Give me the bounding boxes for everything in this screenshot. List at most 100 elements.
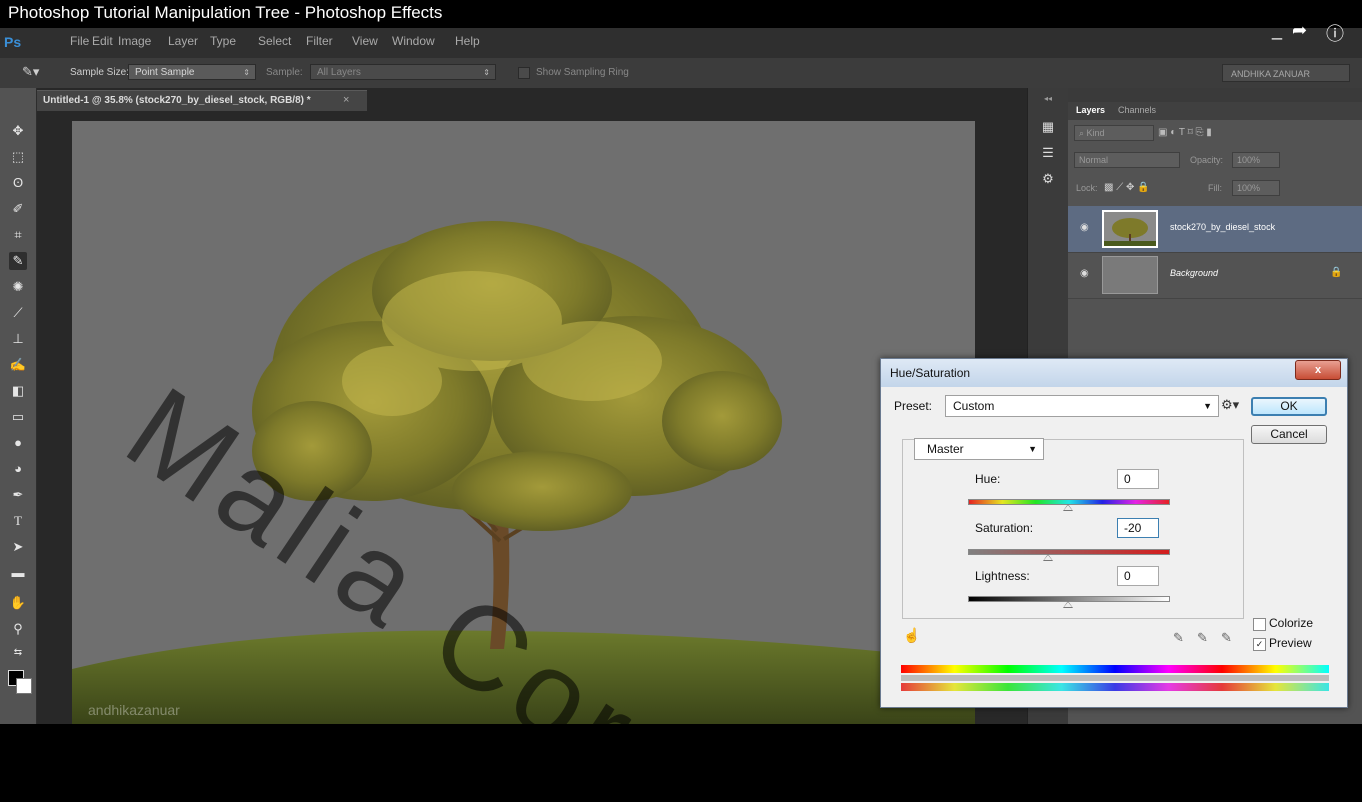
- quick-select-tool-icon[interactable]: ✐: [9, 200, 27, 218]
- saturation-slider-thumb[interactable]: [1043, 554, 1053, 561]
- eyedropper-icon[interactable]: ✎: [1173, 630, 1184, 646]
- pen-tool-icon[interactable]: ✒: [9, 486, 27, 504]
- healing-tool-icon[interactable]: ✺: [9, 278, 27, 296]
- eyedropper-tool-icon[interactable]: ✎: [9, 252, 27, 270]
- crop-tool-icon[interactable]: ⌗: [9, 226, 27, 244]
- lasso-tool-icon[interactable]: ʘ: [9, 174, 27, 192]
- preset-value: Custom: [953, 399, 995, 413]
- info-icon[interactable]: ⓘ: [1326, 20, 1344, 46]
- lightness-slider-thumb[interactable]: [1063, 601, 1073, 608]
- eyedropper-tool-icon[interactable]: ✎▾: [22, 64, 39, 80]
- visibility-eye-icon[interactable]: ◉: [1080, 268, 1089, 279]
- properties-icon[interactable]: ⚙: [1039, 170, 1057, 188]
- filter-kind-value: Kind: [1086, 128, 1105, 138]
- tab-layers[interactable]: Layers: [1076, 105, 1105, 115]
- colorize-checkbox[interactable]: [1253, 618, 1266, 631]
- adjustment-group: [902, 439, 1244, 619]
- lightness-label: Lightness:: [975, 569, 1030, 583]
- ok-button[interactable]: OK: [1251, 397, 1327, 416]
- dodge-tool-icon[interactable]: ◕: [9, 460, 27, 478]
- video-title[interactable]: Photoshop Tutorial Manipulation Tree - P…: [8, 3, 442, 23]
- eyedropper-plus-icon[interactable]: ✎: [1197, 630, 1208, 646]
- blur-tool-icon[interactable]: ●: [9, 434, 27, 452]
- saturation-input[interactable]: -20: [1117, 518, 1159, 538]
- gradient-tool-icon[interactable]: ▭: [9, 408, 27, 426]
- histogram-icon[interactable]: ▦: [1039, 118, 1057, 136]
- zoom-tool-icon[interactable]: ⚲: [9, 620, 27, 638]
- fill-field[interactable]: 100%: [1232, 180, 1280, 196]
- hue-input[interactable]: 0: [1117, 469, 1159, 489]
- saturation-label: Saturation:: [975, 521, 1034, 535]
- shape-tool-icon[interactable]: ▬: [9, 564, 27, 582]
- share-icon[interactable]: ➦: [1292, 20, 1307, 41]
- layer-thumbnail: [1102, 210, 1158, 248]
- type-tool-icon[interactable]: T: [9, 512, 27, 530]
- swap-colors-icon[interactable]: ⇆: [9, 644, 27, 662]
- layer-row[interactable]: ◉ Background 🔒: [1068, 252, 1362, 299]
- menu-image[interactable]: Image: [118, 34, 151, 48]
- channel-value: Master: [927, 442, 964, 456]
- chevron-down-icon: ▼: [1028, 444, 1037, 454]
- gear-icon[interactable]: ⚙▾: [1221, 397, 1239, 413]
- history-brush-tool-icon[interactable]: ✍: [9, 356, 27, 374]
- tab-channels[interactable]: Channels: [1118, 105, 1156, 115]
- opacity-label: Opacity:: [1190, 155, 1224, 165]
- blend-mode-select[interactable]: Normal: [1074, 152, 1180, 168]
- fill-value: 100%: [1237, 183, 1261, 193]
- cancel-button[interactable]: Cancel: [1251, 425, 1327, 444]
- layer-filter-icons[interactable]: ▣ ◐ T ⌑ ⎘ ▮: [1158, 125, 1212, 141]
- menu-help[interactable]: Help: [455, 34, 480, 48]
- lock-options-icons[interactable]: ▩ ⟋ ✥ 🔒: [1104, 180, 1150, 196]
- sample-size-select[interactable]: Point Sample ⇕: [128, 64, 256, 80]
- panel-drag-strip[interactable]: [1068, 88, 1362, 102]
- menu-type[interactable]: Type: [210, 34, 236, 48]
- minimize-icon[interactable]: _: [1272, 20, 1282, 41]
- saturation-slider-track[interactable]: [968, 549, 1170, 555]
- hue-label: Hue:: [975, 472, 1001, 486]
- clone-stamp-tool-icon[interactable]: ⊥: [9, 330, 27, 348]
- menu-edit[interactable]: Edit: [92, 34, 113, 48]
- canvas[interactable]: [72, 121, 975, 724]
- show-sampling-ring-checkbox[interactable]: [518, 67, 530, 79]
- close-icon[interactable]: ×: [343, 94, 349, 106]
- move-tool-icon[interactable]: ✥: [9, 122, 27, 140]
- marquee-tool-icon[interactable]: ⬚: [9, 148, 27, 166]
- brush-tool-icon[interactable]: ⟋: [9, 304, 27, 322]
- preset-select[interactable]: Custom ▼: [945, 395, 1219, 417]
- adjustments-icon[interactable]: ☰: [1039, 144, 1057, 162]
- original-color-bar: [901, 665, 1329, 673]
- path-selection-tool-icon[interactable]: ➤: [9, 538, 27, 556]
- menu-select[interactable]: Select: [258, 34, 291, 48]
- document-tab[interactable]: Untitled-1 @ 35.8% (stock270_by_diesel_s…: [37, 90, 367, 111]
- filter-kind-select[interactable]: ⌕ Kind: [1074, 125, 1154, 141]
- workspace-user[interactable]: ANDHIKA ZANUAR: [1222, 64, 1350, 82]
- menu-window[interactable]: Window: [392, 34, 435, 48]
- lock-label: Lock:: [1076, 183, 1098, 193]
- hue-slider-thumb[interactable]: [1063, 504, 1073, 511]
- sample-size-value: Point Sample: [135, 67, 195, 78]
- show-sampling-ring-label: Show Sampling Ring: [536, 67, 629, 78]
- dialog-title-bar[interactable]: Hue/Saturation x: [881, 359, 1347, 387]
- preview-checkbox[interactable]: ✓: [1253, 638, 1266, 651]
- eraser-tool-icon[interactable]: ◧: [9, 382, 27, 400]
- menu-layer[interactable]: Layer: [168, 34, 198, 48]
- targeted-adjustment-hand-icon[interactable]: ☝: [903, 627, 920, 644]
- visibility-eye-icon[interactable]: ◉: [1080, 222, 1089, 233]
- opacity-field[interactable]: 100%: [1232, 152, 1280, 168]
- search-icon: ⌕: [1079, 128, 1087, 138]
- hand-tool-icon[interactable]: ✋: [9, 594, 27, 612]
- eyedropper-minus-icon[interactable]: ✎: [1221, 630, 1232, 646]
- channel-select[interactable]: Master ▼: [914, 438, 1044, 460]
- collapse-icon[interactable]: ◂◂: [1039, 90, 1057, 108]
- chevron-down-icon: ▼: [1203, 401, 1212, 411]
- opacity-value: 100%: [1237, 155, 1261, 165]
- fill-label: Fill:: [1208, 183, 1222, 193]
- menu-filter[interactable]: Filter: [306, 34, 333, 48]
- sample-select[interactable]: All Layers ⇕: [310, 64, 496, 80]
- menu-file[interactable]: File: [70, 34, 89, 48]
- background-color-swatch[interactable]: [16, 678, 32, 694]
- close-button[interactable]: x: [1295, 360, 1341, 380]
- layer-row[interactable]: ◉ stock270_by_diesel_stock: [1068, 206, 1362, 253]
- menu-view[interactable]: View: [352, 34, 378, 48]
- lightness-input[interactable]: 0: [1117, 566, 1159, 586]
